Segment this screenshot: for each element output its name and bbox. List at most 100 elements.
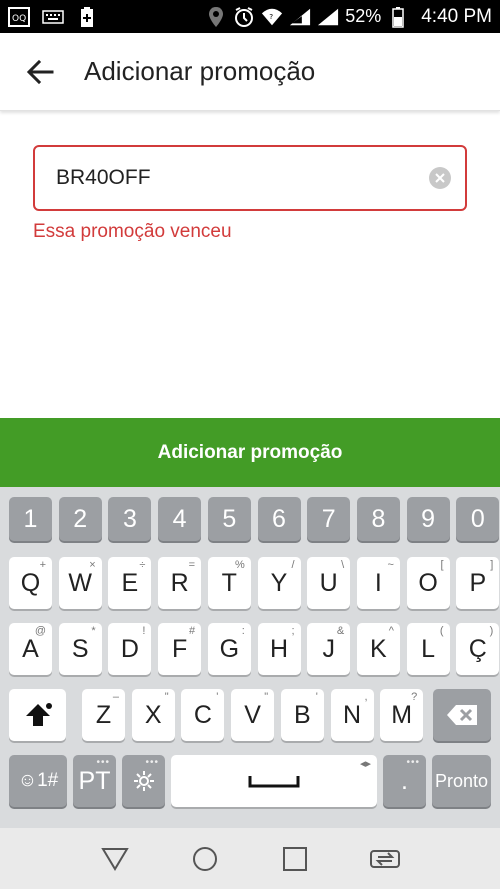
shift-key[interactable] [9, 689, 66, 741]
space-bar[interactable]: ◂▸ [171, 755, 377, 807]
key-r[interactable]: R = [158, 557, 202, 609]
period-key[interactable]: . ••• [383, 755, 426, 807]
key-c[interactable]: C ' [181, 689, 225, 741]
key-p-label: P [469, 568, 487, 597]
key-l[interactable]: L( [406, 623, 450, 675]
key-y[interactable]: Y / [257, 557, 301, 609]
key-n-label: N [342, 700, 362, 729]
key-s[interactable]: S * [58, 623, 102, 675]
switch-apps-icon [370, 849, 400, 868]
key-u-alt-char: \ [341, 559, 345, 571]
key-p[interactable]: P] [456, 557, 500, 609]
key-w[interactable]: W × [58, 557, 102, 609]
key-2-label: 2 [73, 504, 88, 533]
key-e-alt-char: ÷ [139, 559, 146, 571]
key-0[interactable]: 0 [456, 497, 500, 541]
key-i-alt-char: ~ [387, 559, 394, 571]
error-message: Essa promoção venceu [33, 221, 232, 242]
key-5[interactable]: 5 [207, 497, 251, 541]
key-d[interactable]: D! [108, 623, 152, 675]
key-m-label: M [391, 700, 413, 729]
key-i-label: I [374, 568, 382, 597]
key-q-alt-char: + [39, 559, 46, 571]
signal-icon [289, 6, 311, 28]
nav-home-button[interactable] [185, 839, 225, 879]
key-3-label: 3 [122, 504, 137, 533]
key-c-label: C [193, 700, 212, 729]
key-8[interactable]: 8 [356, 497, 400, 541]
key-t-label: T [221, 568, 237, 597]
key-m-alt-char: ? [411, 691, 418, 703]
key-e[interactable]: E ÷ [108, 557, 152, 609]
period-key-dots: ••• [406, 757, 420, 768]
keyboard-icon [42, 6, 64, 28]
key-7[interactable]: 7 [307, 497, 351, 541]
key-d-label: D [120, 634, 139, 663]
key-j-alt-char: & [336, 625, 345, 637]
key-k[interactable]: K ^ [356, 623, 400, 675]
key-n-alt-char: , [364, 691, 368, 703]
done-key-label: Pronto [434, 770, 489, 791]
key-7-label: 7 [321, 504, 336, 533]
back-button[interactable] [20, 52, 60, 92]
key-i[interactable]: I ~ [356, 557, 400, 609]
key-w-alt-char: × [89, 559, 96, 571]
key-n[interactable]: N, [330, 689, 374, 741]
key-f-label: F [171, 634, 188, 663]
key-e-label: E [121, 568, 139, 597]
key-h[interactable]: H; [257, 623, 301, 675]
key-p-alt-char: ] [490, 559, 494, 571]
key-h-label: H [269, 634, 289, 663]
key-4-label: 4 [172, 504, 187, 533]
key-y-alt-char: / [291, 559, 295, 571]
key-u[interactable]: U \ [307, 557, 351, 609]
key-a[interactable]: A @ [9, 623, 52, 675]
key-o-label: O [418, 568, 438, 597]
key-b[interactable]: B ' [280, 689, 324, 741]
nav-switch-button[interactable] [365, 839, 405, 879]
nav-back-button[interactable] [95, 839, 135, 879]
key-x[interactable]: X " [131, 689, 175, 741]
key-r-alt-char: = [188, 559, 196, 571]
close-icon [435, 173, 445, 183]
period-key-label: . [401, 766, 408, 795]
key-6[interactable]: 6 [257, 497, 301, 541]
key-k-label: K [370, 634, 387, 663]
clear-input-button[interactable] [429, 167, 451, 189]
symbols-key[interactable]: ☺1# [9, 755, 67, 807]
key-j[interactable]: J & [307, 623, 351, 675]
alarm-icon [233, 6, 255, 28]
key-v[interactable]: V " [231, 689, 275, 741]
app-bar: Adicionar promoção [0, 33, 500, 111]
symbols-key-label: ☺1# [17, 770, 59, 791]
key-g[interactable]: G: [207, 623, 251, 675]
key-3[interactable]: 3 [108, 497, 152, 541]
backspace-key[interactable] [433, 689, 491, 741]
key-f[interactable]: F # [158, 623, 202, 675]
promo-code-input[interactable] [56, 166, 429, 190]
key-a-alt-char: @ [34, 625, 46, 637]
key-t[interactable]: T% [207, 557, 251, 609]
key-1[interactable]: 1 [9, 497, 52, 541]
key-z[interactable]: Z – [82, 689, 125, 741]
nav-recents-button[interactable] [275, 839, 315, 879]
cursor-arrows-hint: ◂▸ [359, 758, 371, 770]
settings-key[interactable]: ••• [122, 755, 165, 807]
key-4[interactable]: 4 [158, 497, 202, 541]
key-o[interactable]: O[ [406, 557, 450, 609]
battery-percent: 52% [345, 6, 382, 26]
promo-code-field[interactable] [33, 145, 467, 211]
key-2[interactable]: 2 [58, 497, 102, 541]
key-8-label: 8 [371, 504, 386, 533]
space-bar-icon [248, 776, 300, 788]
key-m[interactable]: M? [380, 689, 424, 741]
square-recents-icon [283, 846, 307, 871]
language-key[interactable]: PT ••• [73, 755, 116, 807]
key-q[interactable]: Q + [9, 557, 52, 609]
add-promo-button[interactable]: Adicionar promoção [0, 418, 500, 487]
gear-icon [133, 771, 154, 791]
done-key[interactable]: Pronto [432, 755, 491, 807]
key-c-cedilla[interactable]: Ç) [456, 623, 500, 675]
key-g-alt-char: : [241, 625, 245, 637]
key-9[interactable]: 9 [406, 497, 450, 541]
